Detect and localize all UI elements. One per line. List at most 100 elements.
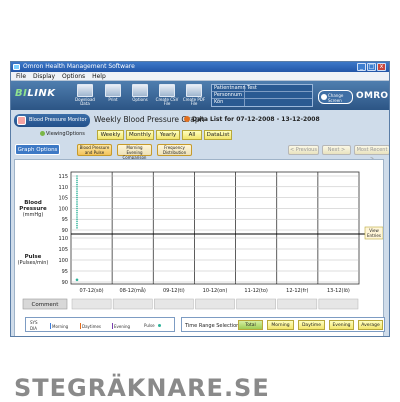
x-tick-label: 07-12(sö) xyxy=(80,288,104,294)
chart-area: 115 110 105 100 95 90 110 105 100 95 90 Blood Pressu… xyxy=(14,159,384,336)
frequency-distribution-button[interactable]: Frequency Distribution xyxy=(157,144,192,156)
most-recent-button[interactable]: Most Recent > xyxy=(354,145,389,162)
bp-point xyxy=(76,183,78,186)
viewing-options-row: ViewingOptions Weekly Monthly Yearly All… xyxy=(14,130,386,140)
bp-point xyxy=(76,224,78,227)
pulse-tick-label: 100 xyxy=(58,258,68,264)
bp-pulse-button[interactable]: Blood Pressure and Pulse xyxy=(77,144,112,156)
create-csv-button[interactable]: Create CSV File xyxy=(155,84,179,108)
x-tick-label: 11-12(to) xyxy=(244,288,267,294)
graph-options-row: Graph Options Blood Pressure and Pulse M… xyxy=(14,144,389,162)
evening-button[interactable]: Evening xyxy=(329,320,354,330)
bp-point xyxy=(76,211,78,214)
bp-axis-label-unit: (mmHg) xyxy=(23,212,44,218)
graph-options-label: Graph Options xyxy=(15,144,60,155)
legend-daytimes: Daytimes xyxy=(80,323,102,329)
title-bar: Omron Health Management Software _ □ x xyxy=(11,62,389,72)
bp-tick-label: 95 xyxy=(62,217,68,223)
x-tick-label: 10-12(on) xyxy=(203,288,228,294)
footer-brand: STEGRÄKNARE.SE xyxy=(14,374,270,402)
bp-point xyxy=(76,192,78,195)
menu-display[interactable]: Display xyxy=(33,72,55,81)
weekly-button[interactable]: Weekly xyxy=(97,130,124,140)
legend-pulse: Pulse xyxy=(144,323,161,328)
menu-options[interactable]: Options xyxy=(62,72,85,81)
previous-button[interactable]: < Previous xyxy=(288,145,319,155)
change-screen-button[interactable]: Change Screen xyxy=(318,90,353,104)
yearly-button[interactable]: Yearly xyxy=(156,130,180,140)
bp-point xyxy=(76,209,78,212)
close-button[interactable]: x xyxy=(377,63,386,71)
bp-tick-label: 100 xyxy=(58,206,68,212)
viewing-options-label: ViewingOptions xyxy=(40,131,85,137)
data-list-label: Data List for 07-12-2008 - 13-12-2008 xyxy=(184,116,320,123)
view-entries-label: Entries xyxy=(367,233,381,238)
x-tick-label: 12-12(fr) xyxy=(286,288,308,294)
time-range-panel: Time Range Selection Total Morning Dayti… xyxy=(181,317,385,332)
bp-point xyxy=(76,198,78,201)
create-pdf-button[interactable]: Create PDF File xyxy=(182,84,206,108)
download-data-button[interactable]: Download Data xyxy=(73,84,97,108)
comment-cell xyxy=(154,298,194,310)
bp-point xyxy=(76,177,78,179)
x-tick-label: 08-12(må) xyxy=(120,287,146,294)
toolbar: BILINK Download Data Print Options Creat… xyxy=(11,81,389,110)
bp-tick-label: 110 xyxy=(58,185,68,191)
app-window: Omron Health Management Software _ □ x F… xyxy=(10,61,390,337)
bp-point xyxy=(76,222,78,225)
legend-morning: Morning xyxy=(50,323,69,329)
download-icon xyxy=(77,84,93,97)
bp-point xyxy=(76,196,78,199)
datalist-button[interactable]: DataList xyxy=(204,130,232,140)
morning-button[interactable]: Morning xyxy=(267,320,294,330)
csv-file-icon xyxy=(159,84,175,97)
gear-icon xyxy=(132,84,148,97)
bp-monitor-icon xyxy=(17,116,26,125)
bp-tick-label: 105 xyxy=(58,196,68,202)
comment-cell xyxy=(71,298,112,310)
minimize-button[interactable]: _ xyxy=(357,63,366,71)
bp-point xyxy=(76,216,78,218)
bp-point xyxy=(76,188,78,190)
comment-cell xyxy=(112,298,153,310)
legend-evening: Evening xyxy=(112,323,131,329)
bp-point xyxy=(76,207,78,210)
pulse-axis-label-unit: (Pulses/min) xyxy=(18,260,49,266)
comment-cell xyxy=(236,298,276,310)
bp-point xyxy=(76,179,78,182)
average-button[interactable]: Average xyxy=(358,320,383,330)
daytime-button[interactable]: Daytime xyxy=(298,320,325,330)
bp-point xyxy=(76,227,78,229)
bp-point xyxy=(76,175,78,177)
total-button[interactable]: Total xyxy=(238,320,263,330)
patient-name-value: Test xyxy=(247,85,257,91)
bp-point xyxy=(76,218,78,220)
x-tick-label: 13-12(lö) xyxy=(327,288,350,294)
menu-bar: File Display Options Help xyxy=(11,72,389,81)
bp-point xyxy=(76,220,78,223)
bilink-logo: BILINK xyxy=(15,88,56,99)
pulse-tick-label: 90 xyxy=(62,280,68,286)
bp-point xyxy=(76,214,78,216)
patient-info-panel: PatientnamnTest Personnum Kön xyxy=(211,84,313,107)
monthly-button[interactable]: Monthly xyxy=(126,130,154,140)
alert-icon xyxy=(184,116,190,122)
bp-monitor-badge: Blood Pressure Monitor xyxy=(14,114,90,127)
morning-evening-button[interactable]: Morning Evening Comparison xyxy=(117,144,152,160)
next-button[interactable]: Next > xyxy=(322,145,351,155)
pdf-file-icon xyxy=(186,84,202,97)
time-range-label: Time Range Selection xyxy=(185,323,240,329)
bp-point xyxy=(76,205,78,208)
change-screen-icon xyxy=(321,94,327,100)
maximize-button[interactable]: □ xyxy=(367,63,376,71)
bp-tick-label: 90 xyxy=(62,228,68,234)
bp-point xyxy=(76,190,78,192)
all-button[interactable]: All xyxy=(182,130,202,140)
bp-tick-label: 115 xyxy=(58,174,68,180)
app-icon xyxy=(13,64,20,70)
print-button[interactable]: Print xyxy=(101,84,125,108)
menu-help[interactable]: Help xyxy=(92,72,106,81)
options-button[interactable]: Options xyxy=(128,84,152,108)
pulse-tick-label: 110 xyxy=(58,236,68,242)
menu-file[interactable]: File xyxy=(16,72,26,81)
